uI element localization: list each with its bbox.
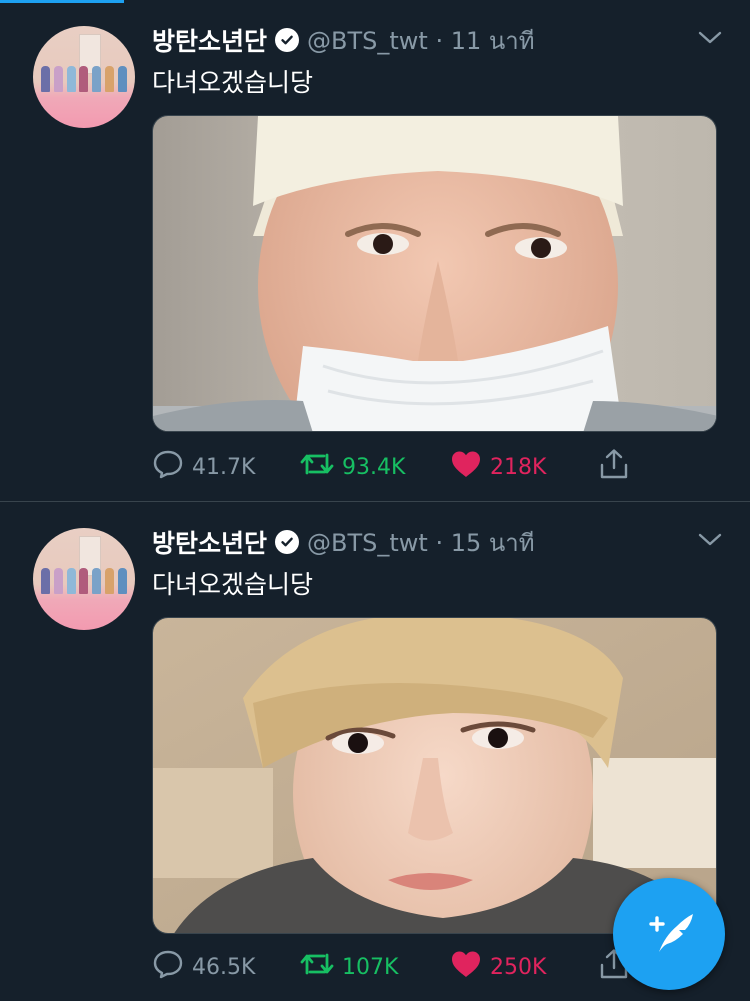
tweet-photo[interactable] [152,617,717,934]
tweet-text: 다녀오겠습니당 [152,570,314,599]
chevron-down-icon[interactable] [698,532,722,551]
tweet-header: 방탄소년단 @BTS_twt · 11 นาที [152,22,535,58]
like-count: 250K [490,954,547,980]
verified-icon [275,530,300,554]
tweet-text: 다녀오겠습니당 [152,68,314,97]
like-count: 218K [490,454,547,480]
verified-icon [275,28,300,52]
tweet-actions: 41.7K 93.4K 218K [152,449,632,484]
reply-count: 41.7K [192,454,256,480]
reply-button[interactable]: 46.5K [152,950,255,984]
retweet-count: 93.4K [342,454,406,480]
retweet-icon [300,951,342,983]
tweet-actions: 46.5K 107K 250K [152,949,632,984]
share-icon [598,448,638,486]
tweet-photo[interactable] [152,115,717,432]
tweet-header: 방탄소년단 @BTS_twt · 15 นาที [152,524,535,560]
display-name[interactable]: 방탄소년단 [152,524,267,560]
share-button[interactable] [598,448,638,486]
compose-tweet-button[interactable] [613,878,725,990]
chevron-down-icon[interactable] [698,30,722,49]
reply-icon [152,449,192,485]
display-name[interactable]: 방탄소년단 [152,22,267,58]
tweet[interactable]: 방탄소년단 @BTS_twt · 11 นาที 다녀오겠습니당 41.7K 9… [0,0,750,501]
compose-icon [641,906,697,962]
retweet-count: 107K [342,954,399,980]
avatar[interactable] [33,26,135,128]
reply-count: 46.5K [192,954,256,980]
retweet-button[interactable]: 93.4K [300,450,405,484]
like-icon [450,950,490,984]
retweet-icon [300,451,342,483]
handle-and-time[interactable]: @BTS_twt · 11 นาที [307,21,535,60]
like-icon [450,450,490,484]
handle-and-time[interactable]: @BTS_twt · 15 นาที [307,523,535,562]
reply-icon [152,949,192,985]
avatar[interactable] [33,528,135,630]
reply-button[interactable]: 41.7K [152,450,255,484]
like-button[interactable]: 250K [450,950,546,984]
like-button[interactable]: 218K [450,450,546,484]
retweet-button[interactable]: 107K [300,950,398,984]
